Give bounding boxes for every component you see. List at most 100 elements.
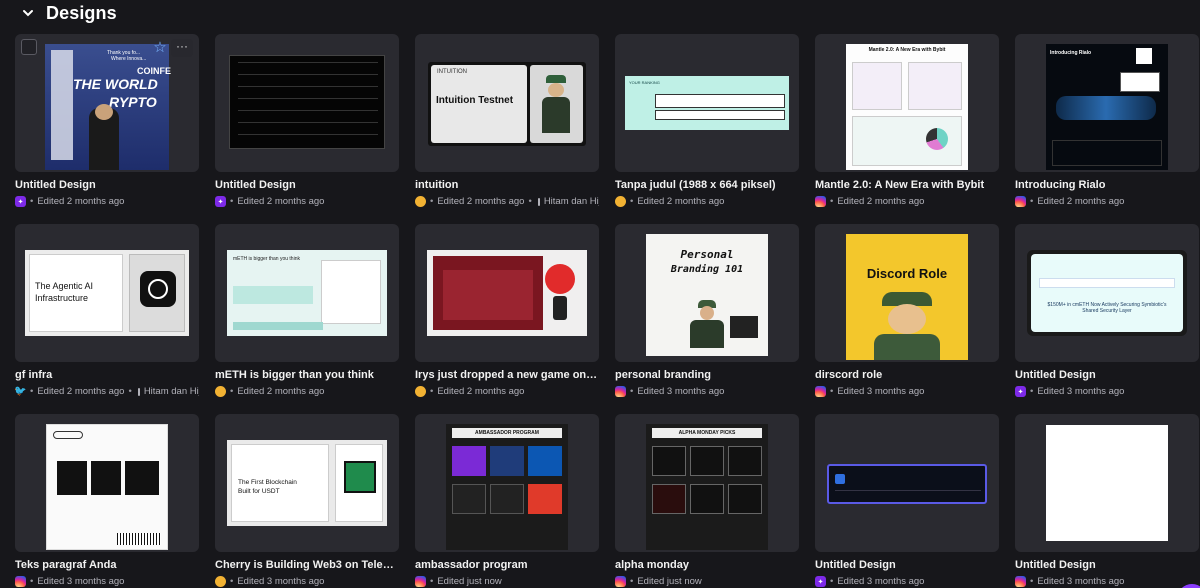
thumb-text: $150M+ in cmETH Now Actively Securing Sy… [1047, 302, 1167, 314]
thumb-text: mETH is bigger than you think [233, 256, 300, 262]
design-thumbnail[interactable]: Discord Role [815, 224, 999, 362]
design-card[interactable]: Mantle 2.0: A New Era with Bybit Mantle … [815, 34, 999, 224]
design-card[interactable]: mETH is bigger than you think mETH is bi… [215, 224, 399, 414]
design-thumbnail[interactable]: Personal Branding 101 [615, 224, 799, 362]
instagram-icon [615, 576, 626, 587]
design-title[interactable]: Untitled Design [15, 179, 199, 191]
folder-name[interactable]: Hitam dan Hij... [544, 196, 599, 207]
thumb-text: YOUR RANKING [629, 80, 660, 85]
design-card[interactable]: Untitled Design ✦ • Edited 2 months ago [215, 34, 399, 224]
select-checkbox[interactable] [21, 39, 37, 55]
design-thumbnail[interactable]: AMBASSADOR PROGRAM [415, 414, 599, 552]
folder-name[interactable]: Hitam dan Hij... [144, 386, 199, 397]
thumb-text: THE WORLD [73, 76, 158, 92]
design-card[interactable]: The Agentic AI Infrastructure gf infra 🐦… [15, 224, 199, 414]
design-title[interactable]: Tanpa judul (1988 x 664 piksel) [615, 179, 799, 191]
design-title[interactable]: Teks paragraf Anda [15, 559, 199, 571]
instagram-icon [15, 576, 26, 587]
thumb-text: Branding 101 [670, 264, 744, 275]
design-card[interactable]: YOUR RANKING Tanpa judul (1988 x 664 pik… [615, 34, 799, 224]
design-card[interactable]: AMBASSADOR PROGRAM ambassador program • … [415, 414, 599, 588]
design-thumbnail[interactable]: The Agentic AI Infrastructure [15, 224, 199, 362]
design-thumbnail[interactable] [15, 414, 199, 552]
canva-icon: ✦ [1015, 386, 1026, 397]
design-meta: • Edited 3 months ago [815, 386, 999, 397]
design-title[interactable]: personal branding [615, 369, 799, 381]
design-card[interactable]: The First Blockchain Built for USDT Cher… [215, 414, 399, 588]
design-card[interactable]: ALPHA MONDAY PICKS alpha monday • Edited… [615, 414, 799, 588]
avatar-icon [415, 196, 426, 207]
design-title[interactable]: dirscord role [815, 369, 999, 381]
thumb-text: Intuition Testnet [436, 95, 514, 106]
design-thumbnail[interactable]: mETH is bigger than you think [215, 224, 399, 362]
design-title[interactable]: gf infra [15, 369, 199, 381]
avatar-icon [415, 386, 426, 397]
design-card[interactable]: Discord Role dirscord role • Edited 3 mo… [815, 224, 999, 414]
design-thumbnail[interactable] [1015, 414, 1199, 552]
instagram-icon [1015, 576, 1026, 587]
instagram-icon [1015, 196, 1026, 207]
design-thumbnail[interactable] [215, 34, 399, 172]
design-title[interactable]: alpha monday [615, 559, 799, 571]
design-title[interactable]: Untitled Design [815, 559, 999, 571]
design-meta: • Edited 2 months ago [215, 386, 399, 397]
design-thumbnail[interactable]: YOUR RANKING [615, 34, 799, 172]
design-card[interactable]: Irys just dropped a new game on test... … [415, 224, 599, 414]
more-options-button[interactable]: ··· [171, 39, 193, 57]
edited-time: Edited just now [437, 576, 502, 587]
design-title[interactable]: Mantle 2.0: A New Era with Bybit [815, 179, 999, 191]
design-card[interactable]: Introducing Rialo Introducing Rialo • Ed… [1015, 34, 1199, 224]
design-thumbnail[interactable]: Mantle 2.0: A New Era with Bybit [815, 34, 999, 172]
thumb-text: Mantle 2.0: A New Era with Bybit [868, 47, 946, 53]
design-meta: • Edited just now [415, 576, 599, 587]
design-thumbnail[interactable] [415, 224, 599, 362]
edited-time: Edited 2 months ago [37, 386, 125, 397]
design-thumbnail[interactable] [815, 414, 999, 552]
design-title[interactable]: mETH is bigger than you think [215, 369, 399, 381]
design-meta: • Edited 2 months ago • Hitam dan Hij... [415, 196, 599, 207]
folder-icon [537, 197, 540, 206]
canva-icon: ✦ [15, 196, 26, 207]
design-meta: ✦ • Edited 3 months ago [815, 576, 999, 587]
design-thumbnail[interactable]: $150M+ in cmETH Now Actively Securing Sy… [1015, 224, 1199, 362]
design-title[interactable]: ambassador program [415, 559, 599, 571]
design-title[interactable]: Untitled Design [215, 179, 399, 191]
design-thumbnail[interactable]: Introducing Rialo [1015, 34, 1199, 172]
design-title[interactable]: Cherry is Building Web3 on Telegram [215, 559, 399, 571]
thumb-text: RYPTO [109, 94, 157, 110]
star-icon[interactable]: ☆ [151, 39, 169, 57]
design-card[interactable]: INTUITION Intuition Testnet intuition • … [415, 34, 599, 224]
section-header[interactable]: Designs [22, 0, 117, 26]
design-title[interactable]: Irys just dropped a new game on test... [415, 369, 599, 381]
avatar-icon [215, 386, 226, 397]
thumb-text: The First Blockchain [238, 479, 297, 486]
design-thumbnail[interactable]: ALPHA MONDAY PICKS [615, 414, 799, 552]
design-meta: • Edited 2 months ago [815, 196, 999, 207]
thumb-text: Personal [680, 248, 734, 261]
thumb-text: INTUITION [437, 69, 467, 75]
design-meta: • Edited 2 months ago [1015, 196, 1199, 207]
design-meta: • Edited 2 months ago [415, 386, 599, 397]
design-card[interactable]: Teks paragraf Anda • Edited 3 months ago [15, 414, 199, 588]
thumb-text: The Agentic AI [35, 281, 94, 291]
canva-icon: ✦ [815, 576, 826, 587]
design-title[interactable]: intuition [415, 179, 599, 191]
design-thumbnail[interactable]: The First Blockchain Built for USDT [215, 414, 399, 552]
thumb-text: Discord Role [866, 266, 948, 281]
design-title[interactable]: Untitled Design [1015, 559, 1199, 571]
design-card[interactable]: Untitled Design • Edited 3 months ago [1015, 414, 1200, 588]
design-card[interactable]: Untitled Design ✦ • Edited 3 months ago [815, 414, 999, 588]
avatar-icon [215, 576, 226, 587]
design-card[interactable]: $150M+ in cmETH Now Actively Securing Sy… [1015, 224, 1199, 414]
design-title[interactable]: Untitled Design [1015, 369, 1199, 381]
chevron-down-icon[interactable] [22, 7, 34, 19]
section-title: Designs [46, 2, 117, 23]
design-thumbnail[interactable]: INTUITION Intuition Testnet [415, 34, 599, 172]
instagram-icon [415, 576, 426, 587]
avatar-icon [615, 196, 626, 207]
design-card[interactable]: Personal Branding 101 personal branding … [615, 224, 799, 414]
design-title[interactable]: Introducing Rialo [1015, 179, 1199, 191]
edited-time: Edited just now [637, 576, 702, 587]
design-thumbnail[interactable]: Thank you fo... Where Innova... COINFE T… [15, 34, 199, 172]
design-card[interactable]: Thank you fo... Where Innova... COINFE T… [15, 34, 199, 224]
